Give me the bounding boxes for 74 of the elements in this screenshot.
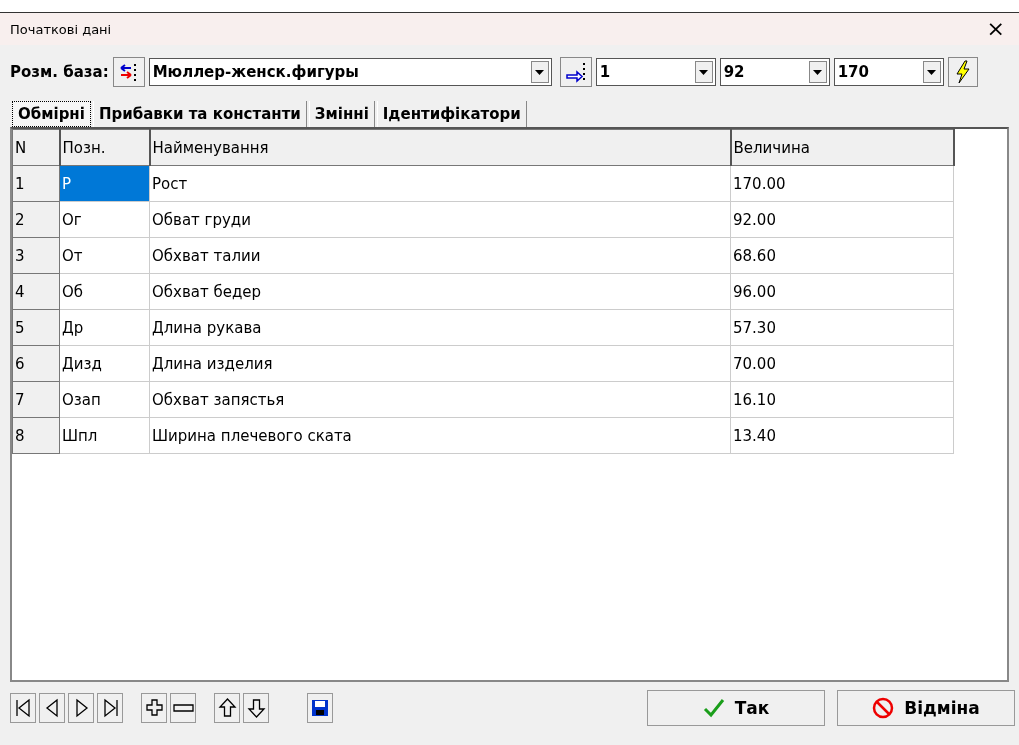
table-cell[interactable]: Об — [59, 273, 150, 310]
table-cell[interactable]: Обхват запястья — [149, 381, 731, 418]
up-arrow-button[interactable] — [214, 693, 240, 723]
close-button[interactable]: × — [982, 18, 1009, 40]
table-cell[interactable]: Длина рукава — [149, 309, 731, 346]
table-cell[interactable]: Длина изделия — [149, 345, 731, 382]
size-select[interactable]: 92 — [719, 58, 830, 86]
row-number: 1 — [12, 165, 60, 202]
table-cell[interactable]: От — [59, 237, 150, 274]
right-arrow-icon — [564, 61, 587, 83]
table-cell[interactable]: 70.00 — [730, 345, 954, 382]
swap-arrows-icon — [118, 62, 139, 82]
column-header: Найменування — [149, 129, 731, 166]
base-select[interactable]: Мюллер-женск.фигуры — [148, 58, 552, 86]
table-cell[interactable]: Р — [59, 165, 150, 202]
table-cell[interactable]: Дизд — [59, 345, 150, 382]
row-number: 2 — [12, 201, 60, 238]
down-arrow-button[interactable] — [243, 693, 269, 723]
up-arrow-icon — [216, 697, 238, 719]
dropdown-arrow-icon — [535, 69, 545, 75]
dropdown-arrow-icon — [813, 69, 823, 75]
table-cell[interactable]: Шпл — [59, 417, 150, 454]
cancel-button[interactable]: Відміна — [837, 690, 1015, 726]
column-header: Позн. — [59, 129, 150, 166]
table-cell[interactable]: Обват груди — [149, 201, 731, 238]
size-select[interactable]: 170 — [833, 58, 944, 86]
plus-icon — [143, 697, 165, 719]
row-number: 8 — [12, 417, 60, 454]
table-cell[interactable]: 96.00 — [730, 273, 954, 310]
first-button[interactable] — [10, 693, 36, 723]
save-button[interactable] — [307, 693, 333, 723]
row-number: 7 — [12, 381, 60, 418]
tab[interactable]: Обмірні — [12, 101, 91, 127]
lightning-icon — [954, 60, 971, 84]
minus-button[interactable] — [170, 693, 196, 723]
minus-icon — [172, 704, 194, 712]
calculate-button[interactable] — [947, 57, 978, 87]
ok-button[interactable]: Так — [647, 690, 825, 726]
check-icon — [702, 698, 725, 718]
apply-button[interactable] — [559, 57, 592, 87]
table-cell[interactable]: 13.40 — [730, 417, 954, 454]
table-cell[interactable]: Озап — [59, 381, 150, 418]
table-cell[interactable]: 170.00 — [730, 165, 954, 202]
last-button[interactable] — [97, 693, 123, 723]
plus-button[interactable] — [141, 693, 167, 723]
table-cell[interactable]: Обхват бедер — [149, 273, 731, 310]
tab[interactable]: Змінні — [308, 101, 375, 127]
down-arrow-icon — [245, 697, 267, 719]
size-select[interactable]: 1 — [595, 58, 716, 86]
row-number: 6 — [12, 345, 60, 382]
table-cell[interactable]: Ширина плечевого ската — [149, 417, 731, 454]
table-cell[interactable]: Рост — [149, 165, 731, 202]
column-header: Величина — [730, 129, 954, 166]
next-button[interactable] — [68, 693, 94, 723]
dropdown-arrow-icon — [927, 69, 937, 75]
table-cell[interactable]: 68.60 — [730, 237, 954, 274]
swap-button[interactable] — [112, 57, 145, 87]
table-cell[interactable]: 92.00 — [730, 201, 954, 238]
prohibited-icon — [872, 697, 895, 719]
tab[interactable]: Ідентифікатори — [376, 101, 527, 127]
row-number: 3 — [12, 237, 60, 274]
table-cell[interactable]: Ог — [59, 201, 150, 238]
dropdown-arrow-icon — [699, 69, 709, 75]
size-base-label: Розм. база: — [10, 63, 109, 81]
table-cell[interactable]: 16.10 — [730, 381, 954, 418]
row-number: 4 — [12, 273, 60, 310]
table-cell[interactable]: Др — [59, 309, 150, 346]
column-header: N — [12, 129, 60, 166]
row-number: 5 — [12, 309, 60, 346]
table-cell[interactable]: 57.30 — [730, 309, 954, 346]
previous-button[interactable] — [39, 693, 65, 723]
table-cell[interactable]: Обхват талии — [149, 237, 731, 274]
tab[interactable]: Прибавки та константи — [92, 101, 307, 127]
window-title: Початкові дані — [10, 21, 112, 37]
